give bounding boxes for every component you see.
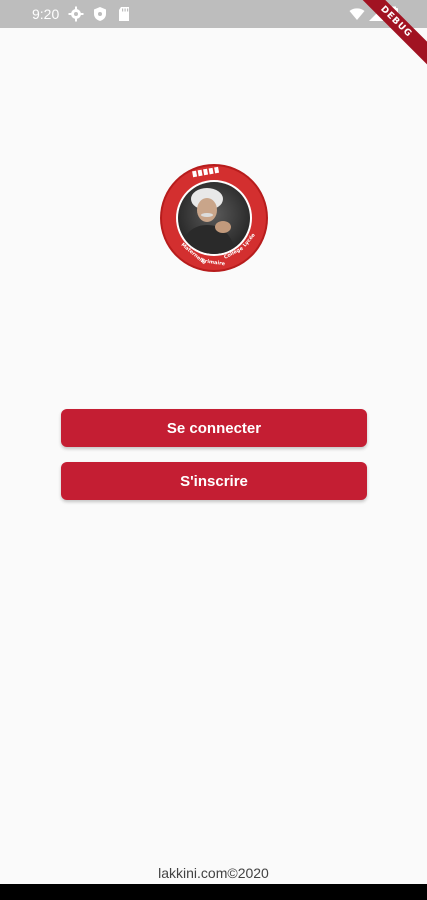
shield-icon [94,7,106,21]
footer-copyright: lakkini.com©2020 [158,865,269,881]
sd-card-icon [119,7,129,21]
settings-gear-icon [68,6,84,22]
school-logo: Maternelle Primaire Collège Lycée █ █ █ … [160,164,268,272]
wifi-icon [349,8,365,20]
system-nav-bar [0,884,427,900]
app-screen: 9:20 DEBUG Maternelle Primaire Collège L… [0,0,427,900]
login-button[interactable]: Se connecter [61,409,367,447]
status-time: 9:20 [32,6,60,22]
signup-button[interactable]: S'inscrire [61,462,367,500]
status-bar: 9:20 DEBUG [0,0,427,74]
